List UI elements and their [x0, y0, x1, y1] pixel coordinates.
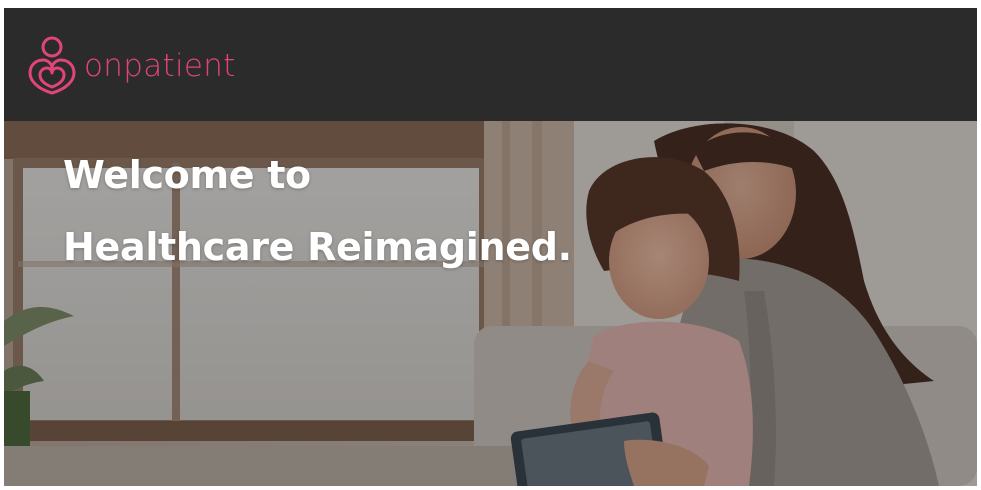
top-header: onpatient: [4, 8, 977, 121]
hero-headline-line2: Healthcare Reimagined.: [63, 225, 572, 269]
hero-headline-line1: Welcome to: [63, 153, 311, 197]
mother-heart-logo-icon: [28, 36, 76, 94]
hero-headline: Welcome to Healthcare Reimagined.: [63, 139, 572, 283]
hero-banner: Welcome to Healthcare Reimagined.: [4, 121, 977, 486]
brand-logo[interactable]: onpatient: [28, 35, 236, 95]
brand-name: onpatient: [84, 47, 236, 84]
page-frame: onpatient Welcome to Healthcare Reimagin…: [4, 8, 977, 486]
